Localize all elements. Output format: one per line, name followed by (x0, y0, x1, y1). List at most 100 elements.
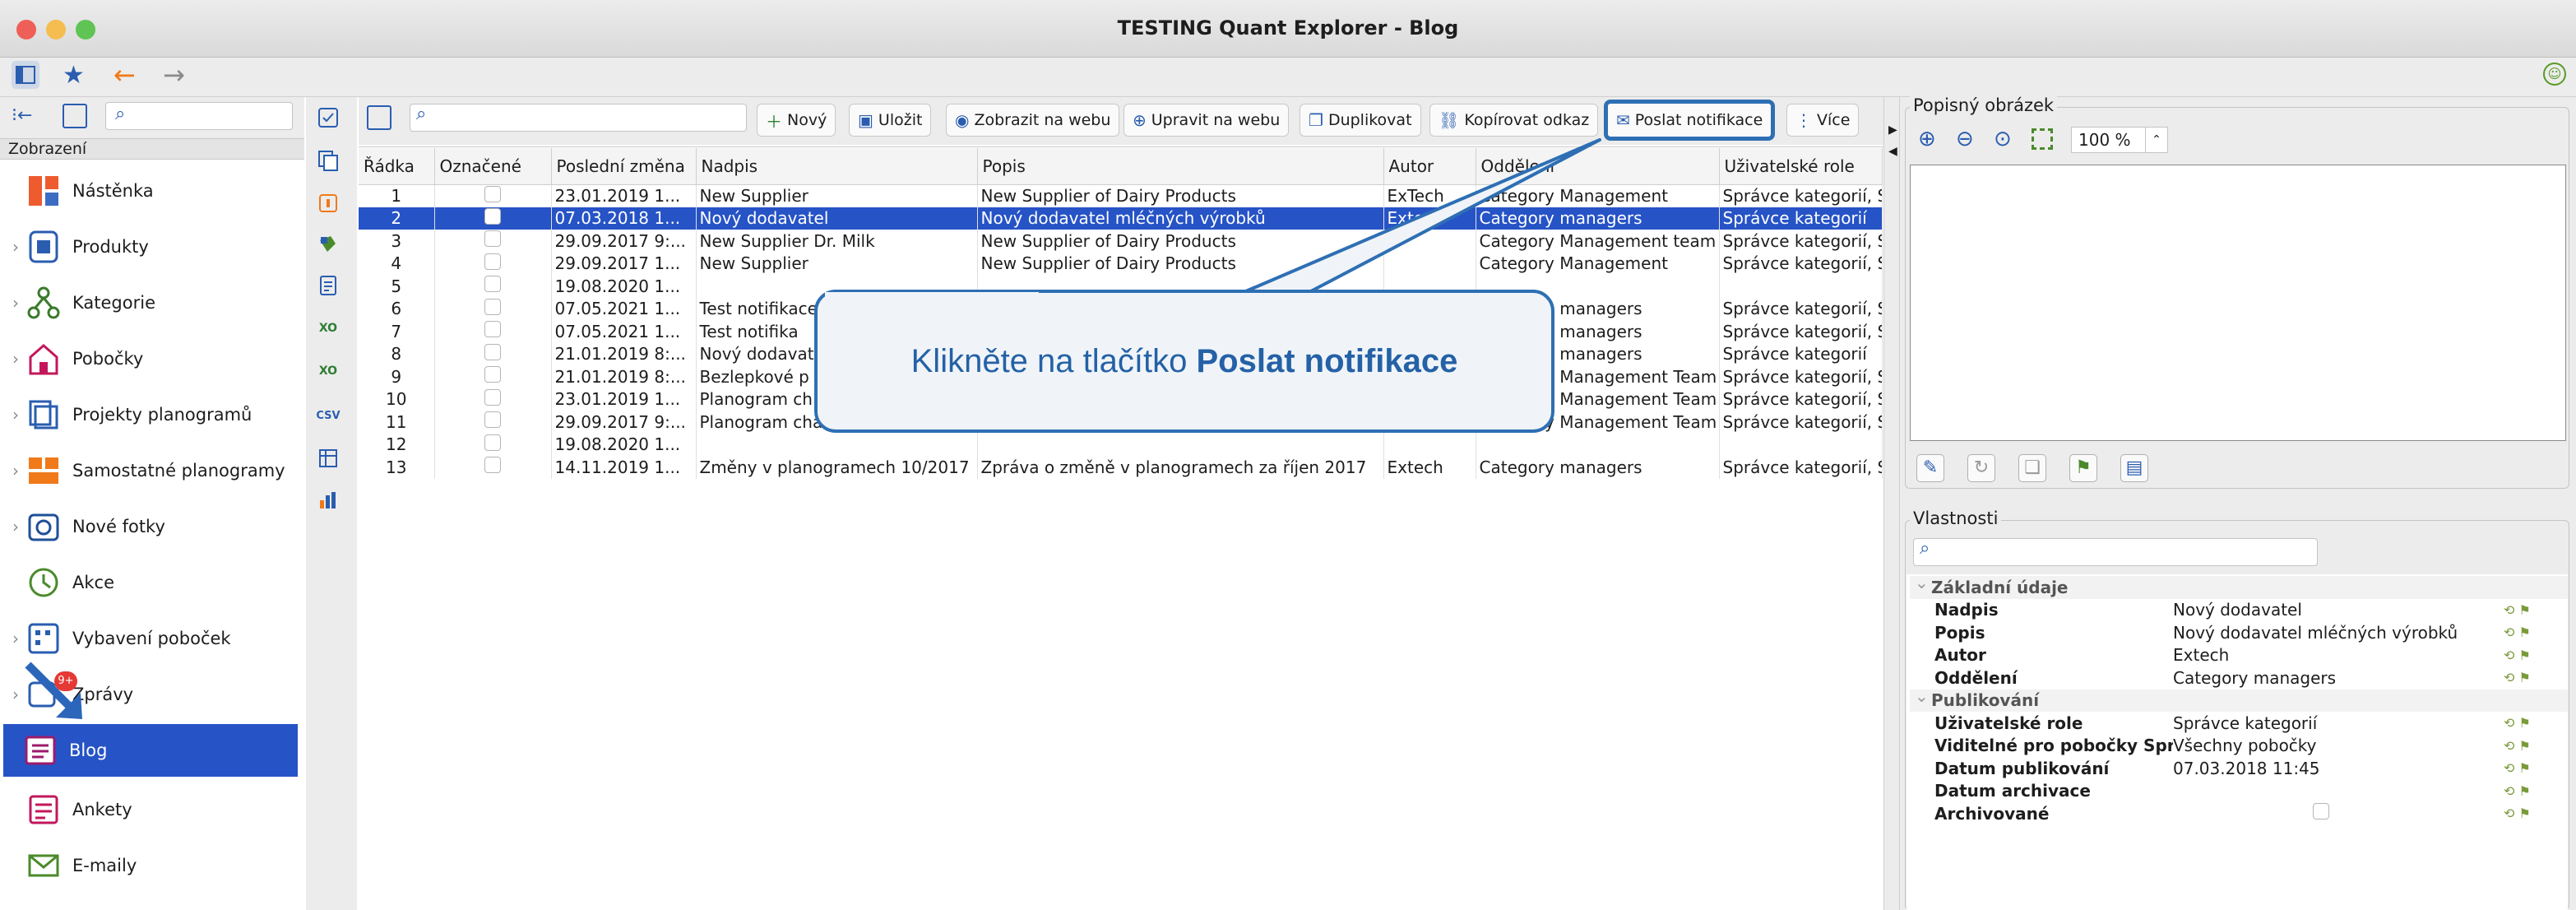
image-preview-area[interactable] (1910, 165, 2566, 441)
property-row[interactable]: Uživatelské role Správce kategorií ⟲ ⚑ (1910, 712, 2568, 735)
marked-checkbox-cell[interactable] (434, 297, 552, 320)
marked-checkbox[interactable] (484, 411, 501, 429)
property-value[interactable]: Nový dodavatel (2173, 600, 2477, 620)
marked-checkbox-cell[interactable] (434, 388, 552, 411)
property-value[interactable]: Všechny pobočky (2173, 736, 2477, 755)
marked-checkbox[interactable] (484, 230, 501, 248)
chevron-down-icon[interactable]: ⌄ (1915, 686, 1929, 706)
property-row[interactable]: Nadpis Nový dodavatel ⟲ ⚑ (1910, 599, 2568, 622)
marked-checkbox[interactable] (484, 276, 501, 293)
table-row[interactable]: 13 14.11.2019 1... Změny v planogramech 10… (359, 456, 1883, 479)
property-value[interactable] (2173, 803, 2477, 824)
property-value[interactable]: Category managers (2173, 668, 2477, 688)
property-row[interactable]: Archivované ⟲ ⚑ (1910, 802, 2568, 825)
reset-value-icon[interactable]: ⟲ ⚑ (2504, 738, 2531, 754)
feedback-smiley-icon[interactable]: ☺ (2543, 63, 2566, 86)
nav-search-input[interactable] (105, 102, 293, 130)
property-row[interactable]: Oddělení Category managers ⟲ ⚑ (1910, 666, 2568, 689)
col-header[interactable]: Označené (434, 148, 552, 185)
col-header[interactable]: Řádka (359, 148, 435, 185)
nav-item-produkty[interactable]: › Produkty (7, 221, 299, 273)
property-group[interactable]: Publikování ⌄ (1910, 686, 2568, 712)
marked-checkbox-cell[interactable] (434, 207, 552, 230)
marked-checkbox[interactable] (484, 321, 501, 338)
archived-checkbox[interactable] (2313, 803, 2329, 820)
marked-checkbox[interactable] (484, 366, 501, 383)
grid-search-input[interactable] (410, 104, 747, 132)
pin-image-icon[interactable]: ⚑ (2069, 454, 2097, 482)
marked-checkbox-cell[interactable] (434, 275, 552, 298)
marked-checkbox-cell[interactable] (434, 365, 552, 388)
bar-chart-icon[interactable] (316, 487, 341, 512)
marked-checkbox[interactable] (484, 434, 501, 451)
checklist-icon[interactable] (316, 105, 341, 130)
copy-icon[interactable] (316, 148, 341, 173)
collapse-right-icon[interactable]: ▶ (1888, 123, 1897, 137)
edit-image-icon[interactable]: ✎ (1916, 454, 1944, 482)
marked-checkbox-cell[interactable] (434, 433, 552, 456)
reset-value-icon[interactable]: ⟲ ⚑ (2504, 602, 2531, 618)
excel-import-icon[interactable]: XO (316, 359, 341, 383)
reset-value-icon[interactable]: ⟲ ⚑ (2504, 760, 2531, 776)
marked-checkbox-cell[interactable] (434, 252, 552, 275)
col-header[interactable]: Poslední změna (551, 148, 697, 185)
nav-item-samostatne-planogramy[interactable]: › Samostatné planogramy (7, 444, 299, 497)
marked-checkbox[interactable] (484, 185, 501, 202)
forward-arrow-icon[interactable]: → (163, 59, 185, 91)
crop-image-icon[interactable]: ❏ (2018, 454, 2046, 482)
nav-item-e-maily[interactable]: E-maily (7, 839, 299, 892)
pin-icon[interactable] (316, 232, 341, 257)
property-value[interactable]: 07.03.2018 11:45 (2173, 759, 2477, 778)
fit-screen-icon[interactable] (2032, 128, 2053, 150)
marked-checkbox[interactable] (484, 253, 501, 270)
marked-checkbox[interactable] (484, 298, 501, 315)
property-group[interactable]: Základní údaje ⌄ (1910, 573, 2568, 599)
info-icon[interactable] (316, 191, 341, 216)
property-row[interactable]: Popis Nový dodavatel mléčných výrobků ⟲ ⚑ (1910, 621, 2568, 644)
reset-value-icon[interactable]: ⟲ ⚑ (2504, 648, 2531, 663)
excel-export-icon[interactable]: XO (316, 316, 341, 341)
zoom-reset-icon[interactable]: ⊙ (1994, 127, 2012, 151)
property-value[interactable]: Nový dodavatel mléčných výrobků (2173, 623, 2477, 643)
property-value[interactable]: Extech (2173, 645, 2477, 665)
refresh-image-icon[interactable]: ↻ (1967, 454, 1995, 482)
property-row[interactable]: Datum archivace ⟲ ⚑ (1910, 780, 2568, 803)
nav-item-akce[interactable]: Akce (7, 556, 299, 609)
nav-item-nastenka[interactable]: Nástěnka (7, 165, 299, 217)
back-arrow-icon[interactable]: ← (114, 59, 136, 91)
zoom-stepper[interactable]: ⌃ (2145, 127, 2168, 153)
collapse-left-icon[interactable]: ◀ (1888, 145, 1897, 158)
nav-item-vybaveni-pobocek[interactable]: › Vybavení poboček (7, 612, 299, 665)
csv-icon[interactable]: CSV (316, 403, 341, 428)
nav-options-icon[interactable]: ⁝← (12, 105, 32, 126)
marked-checkbox-cell[interactable] (434, 456, 552, 479)
send-notification-button[interactable]: ✉ Poslat notifikace (1604, 100, 1776, 141)
properties-search-input[interactable] (1913, 538, 2318, 566)
document-icon[interactable] (316, 273, 341, 298)
table-export-icon[interactable] (316, 446, 341, 471)
marked-checkbox-cell[interactable] (434, 184, 552, 207)
property-value[interactable]: Správce kategorií (2173, 713, 2477, 733)
property-row[interactable]: Viditelné pro pobočky Sprá...Všechny pob… (1910, 735, 2568, 758)
nav-item-kategorie[interactable]: › Kategorie (7, 276, 299, 329)
reset-value-icon[interactable]: ⟲ ⚑ (2504, 783, 2531, 799)
property-row[interactable]: Datum publikování 07.03.2018 11:45 ⟲ ⚑ (1910, 757, 2568, 780)
nav-item-pobocky[interactable]: › Pobočky (7, 332, 299, 385)
marked-checkbox-cell[interactable] (434, 320, 552, 343)
marked-checkbox-cell[interactable] (434, 342, 552, 365)
nav-item-ankety[interactable]: Ankety (7, 783, 299, 836)
marked-checkbox[interactable] (484, 457, 501, 474)
reset-value-icon[interactable]: ⟲ ⚑ (2504, 670, 2531, 685)
zoom-in-icon[interactable]: ⊕ (1918, 127, 1936, 151)
zoom-out-icon[interactable]: ⊖ (1956, 127, 1974, 151)
nav-item-nove-fotky[interactable]: › Nové fotky (7, 500, 299, 553)
grid-view-icon[interactable] (367, 105, 391, 130)
reset-value-icon[interactable]: ⟲ ⚑ (2504, 715, 2531, 731)
chevron-down-icon[interactable]: ⌄ (1915, 573, 1929, 592)
sidebar-toggle-icon[interactable] (12, 61, 39, 89)
nav-view-icon[interactable] (63, 104, 87, 128)
col-header[interactable]: Uživatelské role (1719, 148, 1883, 185)
reset-value-icon[interactable]: ⟲ ⚑ (2504, 806, 2531, 821)
reset-value-icon[interactable]: ⟲ ⚑ (2504, 624, 2531, 640)
panel-splitter[interactable] (1883, 97, 1900, 910)
